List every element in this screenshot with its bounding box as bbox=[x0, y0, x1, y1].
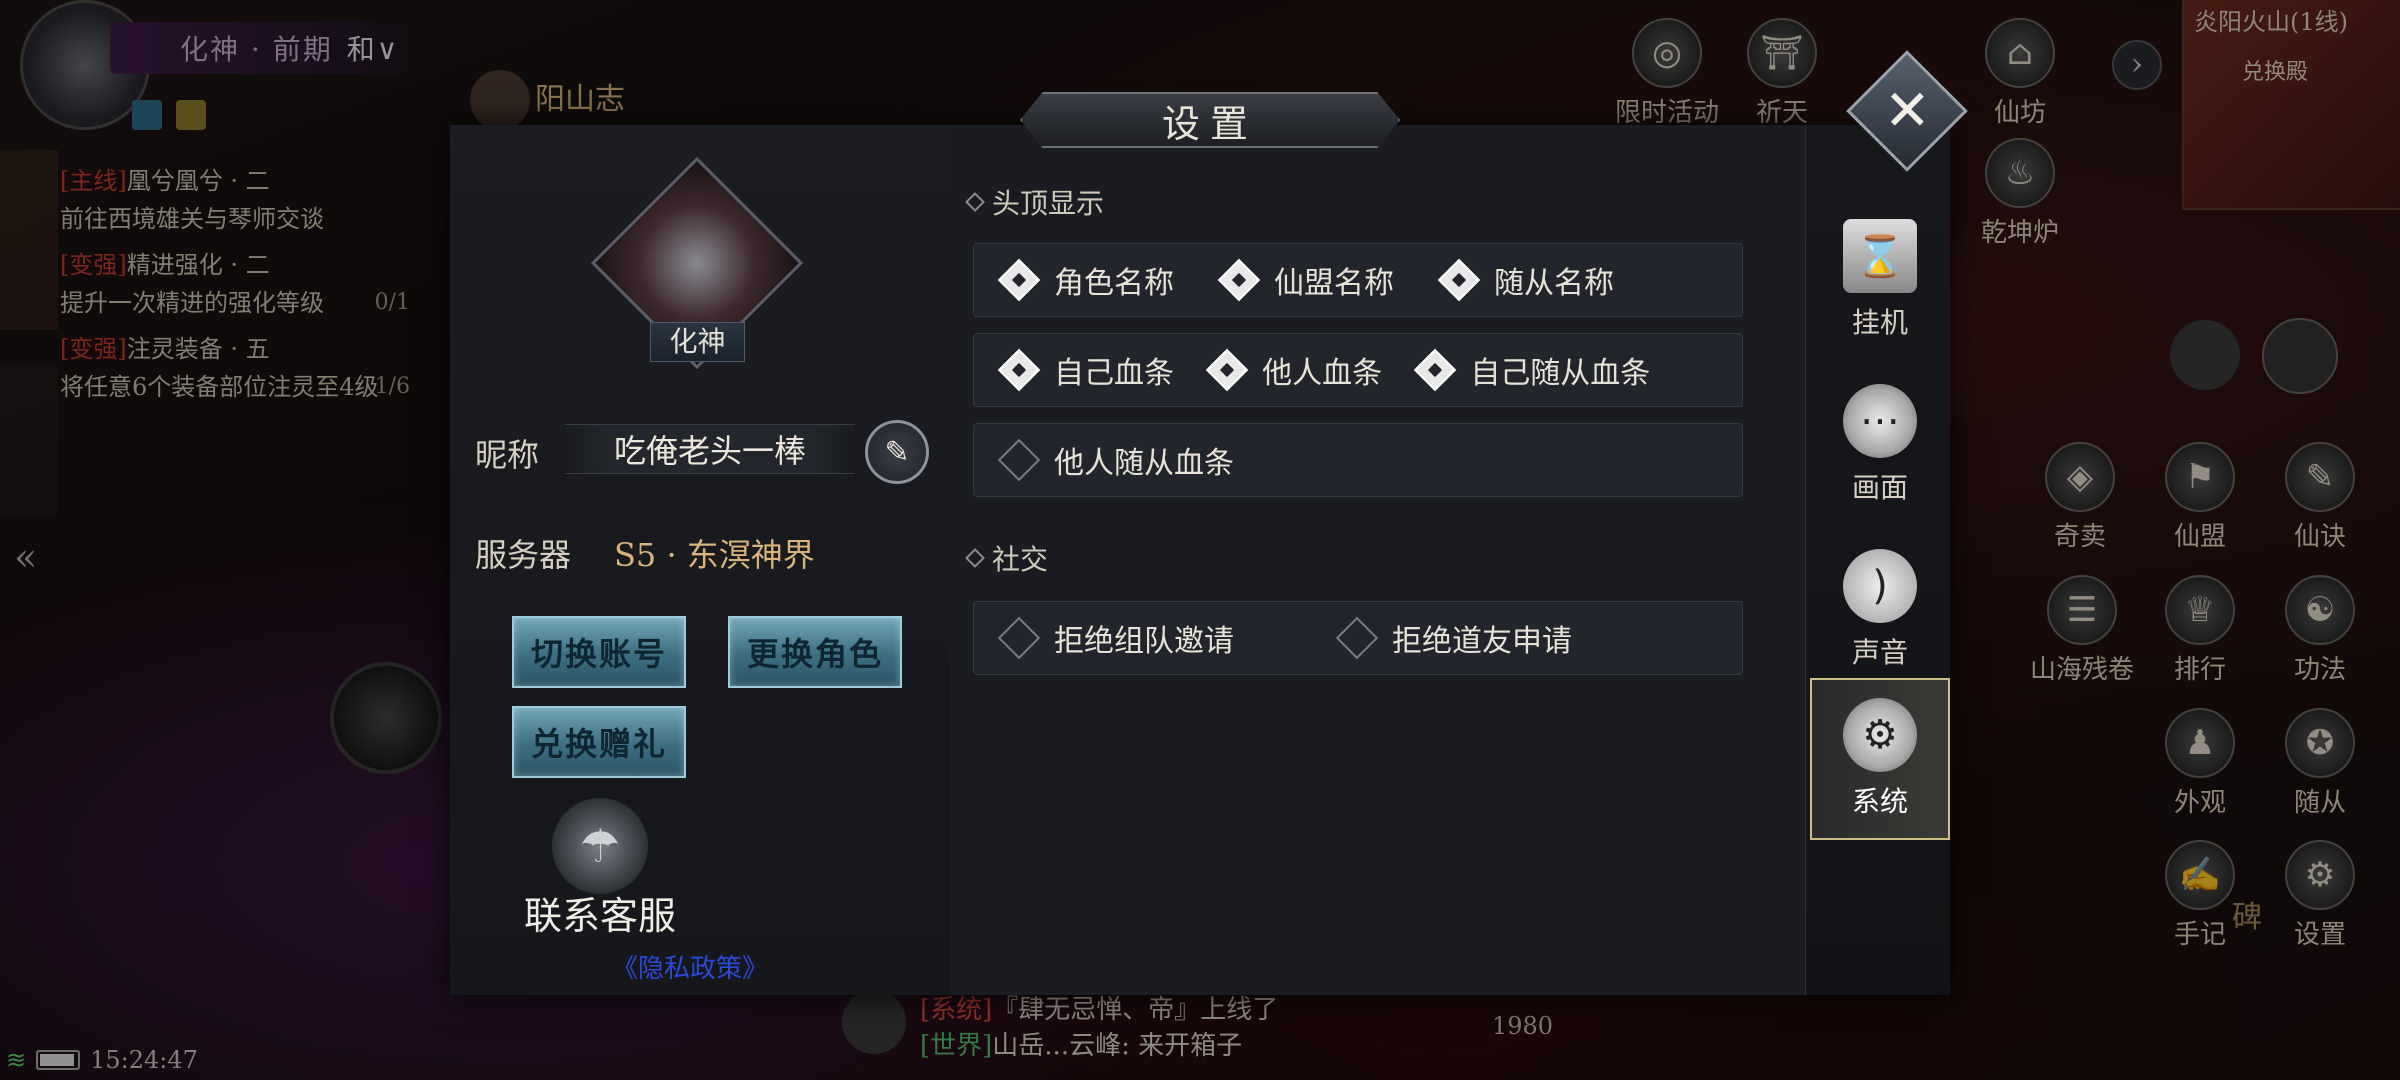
opt-follower-name[interactable]: 随从名称 bbox=[1437, 258, 1664, 302]
privacy-policy-link[interactable]: 《隐私政策》 bbox=[600, 948, 780, 985]
contact-service-button[interactable]: 联系客服 bbox=[515, 885, 685, 940]
option-row: 他人随从血条 bbox=[973, 423, 1743, 497]
diamond-icon bbox=[965, 548, 985, 568]
opt-reject-friend[interactable]: 拒绝道友申请 bbox=[1335, 616, 1682, 660]
opt-self-follower-hp[interactable]: 自己随从血条 bbox=[1414, 348, 1742, 392]
edit-nickname-button[interactable]: ✎ bbox=[865, 420, 929, 484]
section-social: 社交 bbox=[965, 538, 1048, 578]
server-label: 服务器 bbox=[475, 536, 572, 574]
hourglass-icon: ⌛ bbox=[1843, 219, 1917, 293]
opt-self-hp[interactable]: 自己血条 bbox=[997, 348, 1212, 392]
opt-guild-name[interactable]: 仙盟名称 bbox=[1217, 258, 1444, 302]
screen-icon: ⋯ bbox=[1843, 384, 1917, 458]
change-role-button[interactable]: 更换角色 bbox=[728, 616, 902, 688]
checkbox-icon bbox=[1335, 616, 1379, 660]
option-row: 拒绝组队邀请 拒绝道友申请 bbox=[973, 601, 1743, 675]
gear-icon: ⚙ bbox=[1843, 698, 1917, 772]
customer-service-icon[interactable]: ☂ bbox=[552, 798, 648, 894]
checkbox-icon bbox=[1205, 348, 1249, 392]
opt-role-name[interactable]: 角色名称 bbox=[997, 258, 1224, 302]
opt-other-follower-hp[interactable]: 他人随从血条 bbox=[997, 438, 1344, 482]
switch-account-button[interactable]: 切换账号 bbox=[512, 616, 686, 688]
portrait-realm-label: 化神 bbox=[650, 322, 745, 362]
checkbox-icon bbox=[1217, 258, 1261, 302]
checkbox-icon bbox=[1437, 258, 1481, 302]
tab-sound[interactable]: ) 声音 bbox=[1810, 535, 1950, 685]
opt-other-hp[interactable]: 他人血条 bbox=[1205, 348, 1420, 392]
checkbox-icon bbox=[997, 438, 1041, 482]
diamond-icon bbox=[965, 192, 985, 212]
section-head-display: 头顶显示 bbox=[965, 182, 1104, 222]
opt-reject-team[interactable]: 拒绝组队邀请 bbox=[997, 616, 1342, 660]
tab-display[interactable]: ⋯ 画面 bbox=[1810, 370, 1950, 520]
nickname-label: 昵称 bbox=[475, 436, 540, 474]
ear-icon: ) bbox=[1843, 549, 1917, 623]
tab-system[interactable]: ⚙ 系统 bbox=[1810, 678, 1950, 840]
nickname-field: 吃俺老头一棒 bbox=[565, 424, 855, 474]
option-row: 自己血条 他人血条 自己随从血条 bbox=[973, 333, 1743, 407]
checkbox-icon bbox=[1414, 348, 1457, 392]
close-icon: ✕ bbox=[1883, 77, 1931, 143]
checkbox-icon bbox=[997, 348, 1041, 392]
pencil-icon: ✎ bbox=[884, 434, 910, 470]
redeem-gift-button[interactable]: 兑换赠礼 bbox=[512, 706, 686, 778]
dialog-title: 设置 bbox=[1020, 92, 1400, 148]
option-row: 角色名称 仙盟名称 随从名称 bbox=[973, 243, 1743, 317]
checkbox-icon bbox=[997, 616, 1041, 660]
tab-idle[interactable]: ⌛ 挂机 bbox=[1810, 205, 1950, 355]
checkbox-icon bbox=[997, 258, 1041, 302]
server-value: S5 · 东溟神界 bbox=[614, 536, 815, 574]
